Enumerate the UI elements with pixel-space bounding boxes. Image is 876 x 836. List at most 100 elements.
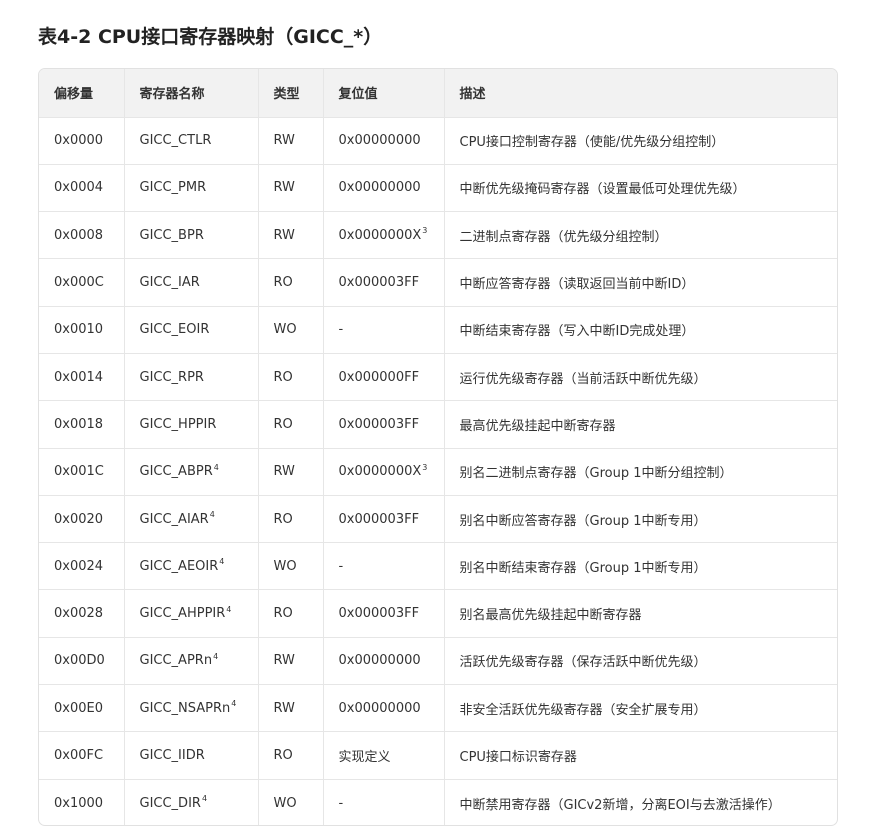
cell-reset-value-text: 0x000003FF <box>338 511 420 527</box>
cell-type-text: RO <box>273 416 293 432</box>
footnote-marker: 4 <box>213 462 219 472</box>
cell-offset-text: 0x0004 <box>54 180 104 196</box>
header-reset-value: 复位值 <box>323 69 445 118</box>
cell-type-text: RW <box>273 700 295 716</box>
cell-register-name: GICC_CTLR <box>124 117 259 165</box>
cell-description: CPU接口控制寄存器（使能/优先级分组控制） <box>444 117 837 165</box>
cell-description: 非安全活跃优先级寄存器（安全扩展专用） <box>444 684 837 733</box>
cell-offset: 0x0024 <box>39 542 125 591</box>
cell-offset: 0x00D0 <box>39 637 125 686</box>
cell-type: RO <box>258 589 324 638</box>
cell-type-text: WO <box>273 322 297 338</box>
cell-reset-value-text: 0x000003FF <box>338 416 420 432</box>
table-row: 0x0028 GICC_AHPPIR4 RO 0x000003FF 别名最高优先级挂起中… <box>39 589 837 638</box>
cell-description-text: 二进制点寄存器（优先级分组控制） <box>459 229 668 245</box>
cell-reset-value: 实现定义 <box>323 731 445 780</box>
table-row: 0x0014 GICC_RPR RO 0x000000FF 运行优先级寄存器（当前活跃中… <box>39 353 837 402</box>
cell-description: 中断优先级掩码寄存器（设置最低可处理优先级） <box>444 164 837 213</box>
header-type: 类型 <box>258 69 324 118</box>
cell-register-name: GICC_APRn4 <box>124 637 259 686</box>
table-row: 0x000C GICC_IAR RO 0x000003FF 中断应答寄存器（读取返回当前… <box>39 258 837 307</box>
cell-offset: 0x0010 <box>39 306 125 354</box>
table-row: 0x0018 GICC_HPPIR RO 0x000003FF 最高优先级挂起中断寄存器 <box>39 400 837 449</box>
table-row: 0x1000 GICC_DIR4 WO - 中断禁用寄存器（GICv2新增，分离EOI与… <box>39 779 837 825</box>
cell-description-text: 别名中断应答寄存器（Group 1中断专用） <box>459 513 707 529</box>
cell-register-name-text: GICC_APRn <box>139 653 213 669</box>
cell-offset-text: 0x0028 <box>54 606 104 622</box>
cell-description-text: 别名二进制点寄存器（Group 1中断分组控制） <box>459 466 733 482</box>
cell-register-name: GICC_IIDR <box>124 731 259 780</box>
cell-type: RW <box>258 164 324 213</box>
cell-offset: 0x001C <box>39 448 125 496</box>
register-map-table: 偏移量 寄存器名称 类型 复位值 描述 0x0000 GICC_CTLR RW 0x0… <box>39 69 837 825</box>
footnote-marker: 4 <box>219 557 225 567</box>
cell-offset: 0x0028 <box>39 589 125 638</box>
cell-type: WO <box>258 306 324 354</box>
cell-register-name: GICC_PMR <box>124 164 259 213</box>
cell-offset-text: 0x00D0 <box>54 653 105 669</box>
cell-type-text: WO <box>273 795 297 811</box>
cell-register-name-text: GICC_IAR <box>139 275 200 291</box>
footnote-marker: 4 <box>201 794 208 804</box>
table-row: 0x0000 GICC_CTLR RW 0x00000000 CPU接口控制寄存器（使能… <box>39 117 837 165</box>
footnote-marker: 4 <box>226 604 232 614</box>
cell-reset-value-text: 0x000003FF <box>338 606 420 622</box>
cell-offset: 0x0000 <box>39 117 125 165</box>
header-register-name: 寄存器名称 <box>124 69 259 118</box>
cell-offset: 0x0004 <box>39 164 125 213</box>
cell-register-name-text: GICC_AIAR <box>139 511 209 527</box>
cell-register-name-text: GICC_RPR <box>139 369 204 385</box>
cell-description: 别名最高优先级挂起中断寄存器 <box>444 589 837 638</box>
table-row: 0x0010 GICC_EOIR WO - 中断结束寄存器（写入中断ID完成处理） <box>39 306 837 354</box>
cell-offset-text: 0x00E0 <box>54 700 103 716</box>
cell-offset: 0x0020 <box>39 495 125 544</box>
cell-type-text: WO <box>273 558 297 574</box>
cell-description-text: 最高优先级挂起中断寄存器 <box>459 418 616 434</box>
cell-reset-value-text: - <box>338 795 344 811</box>
cell-register-name-text: GICC_HPPIR <box>139 416 217 432</box>
cell-description: 中断禁用寄存器（GICv2新增，分离EOI与去激活操作） <box>444 779 837 825</box>
cell-description-text: 中断应答寄存器（读取返回当前中断ID） <box>459 277 695 293</box>
cell-type: RW <box>258 211 324 260</box>
cell-description-text: CPU接口标识寄存器 <box>459 750 577 765</box>
cell-type: RO <box>258 495 324 544</box>
table-row: 0x0004 GICC_PMR RW 0x00000000 中断优先级掩码寄存器（设置最… <box>39 164 837 213</box>
cell-offset: 0x0008 <box>39 211 125 260</box>
cell-register-name: GICC_DIR4 <box>124 779 259 825</box>
cell-register-name-text: GICC_PMR <box>139 180 207 196</box>
cell-type: RO <box>258 731 324 780</box>
cell-reset-value: 0x000003FF <box>323 589 445 638</box>
cell-offset-text: 0x0000 <box>54 133 104 149</box>
cell-register-name-text: GICC_NSAPRn <box>139 700 231 716</box>
cell-reset-value-text: - <box>338 322 344 338</box>
cell-register-name-text: GICC_EOIR <box>139 322 210 338</box>
cell-description: 最高优先级挂起中断寄存器 <box>444 400 837 449</box>
cell-register-name-text: GICC_IIDR <box>139 748 205 763</box>
cell-reset-value-text: - <box>338 558 344 574</box>
cell-reset-value: 0x00000000 <box>323 117 445 165</box>
cell-type: WO <box>258 542 324 591</box>
cell-offset: 0x00FC <box>39 731 125 780</box>
cell-type-text: RO <box>273 748 293 763</box>
cell-reset-value-text: 0x000003FF <box>338 275 420 291</box>
footnote-marker: 4 <box>209 510 215 520</box>
cell-type: RO <box>258 258 324 307</box>
cell-register-name-text: GICC_CTLR <box>139 133 212 149</box>
header-row: 偏移量 寄存器名称 类型 复位值 描述 <box>39 69 837 118</box>
footnote-marker: 4 <box>213 652 219 662</box>
cell-register-name: GICC_RPR <box>124 353 259 402</box>
cell-description-text: 活跃优先级寄存器（保存活跃中断优先级） <box>459 655 707 671</box>
cell-type-text: RO <box>273 606 293 622</box>
cell-type-text: RO <box>273 369 293 385</box>
cell-reset-value: - <box>323 542 445 591</box>
cell-description-text: 中断优先级掩码寄存器（设置最低可处理优先级） <box>459 182 746 198</box>
cell-register-name: GICC_BPR <box>124 211 259 260</box>
cell-offset: 0x00E0 <box>39 684 125 733</box>
cell-description: CPU接口标识寄存器 <box>444 731 837 780</box>
cell-description: 别名中断结束寄存器（Group 1中断专用） <box>444 542 837 591</box>
cell-reset-value-text: 0x00000000 <box>338 180 421 196</box>
cell-offset: 0x000C <box>39 258 125 307</box>
table-row: 0x0020 GICC_AIAR4 RO 0x000003FF 别名中断应答寄存器（Gr… <box>39 495 837 544</box>
cell-register-name-text: GICC_DIR <box>139 795 201 811</box>
cell-description-text: 中断结束寄存器（写入中断ID完成处理） <box>459 324 695 340</box>
